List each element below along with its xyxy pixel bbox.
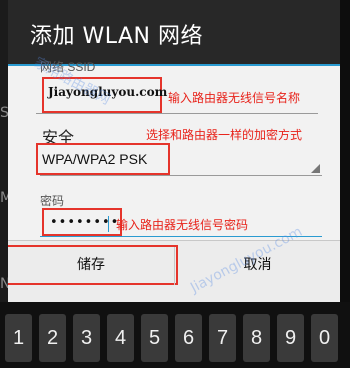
key-5[interactable]: 5	[141, 314, 168, 362]
password-annotation: 输入路由器无线信号密码	[116, 218, 249, 232]
password-highlight-box: ••••••••	[42, 208, 122, 236]
security-select[interactable]: WPA/WPA2 PSK	[36, 143, 322, 176]
key-2[interactable]: 2	[39, 314, 66, 362]
dropdown-arrow-icon	[311, 164, 320, 173]
key-4[interactable]: 4	[107, 314, 134, 362]
password-label: 密码	[40, 194, 65, 208]
key-1[interactable]: 1	[5, 314, 32, 362]
dialog-header: 添加 WLAN 网络	[8, 0, 340, 66]
dialog-button-bar: 储存 取消	[8, 240, 340, 302]
key-3[interactable]: 3	[73, 314, 100, 362]
security-selected-value: WPA/WPA2 PSK	[42, 151, 148, 167]
security-highlight-box: WPA/WPA2 PSK	[36, 143, 170, 175]
security-annotation: 选择和路由器一样的加密方式	[146, 128, 303, 142]
key-0[interactable]: 0	[311, 314, 338, 362]
ssid-annotation: 输入路由器无线信号名称	[168, 91, 301, 105]
add-wlan-dialog: 添加 WLAN 网络 网络 SSID Jiayongluyou.com 输入路由…	[8, 0, 340, 302]
soft-keyboard: 1 2 3 4 5 6 7 8 9 0	[0, 302, 350, 368]
save-highlight-box	[8, 245, 178, 285]
dialog-title: 添加 WLAN 网络	[30, 24, 204, 49]
save-button[interactable]: 储存	[8, 241, 178, 289]
text-cursor	[108, 216, 109, 232]
key-9[interactable]: 9	[277, 314, 304, 362]
key-7[interactable]: 7	[209, 314, 236, 362]
key-6[interactable]: 6	[175, 314, 202, 362]
key-8[interactable]: 8	[243, 314, 270, 362]
